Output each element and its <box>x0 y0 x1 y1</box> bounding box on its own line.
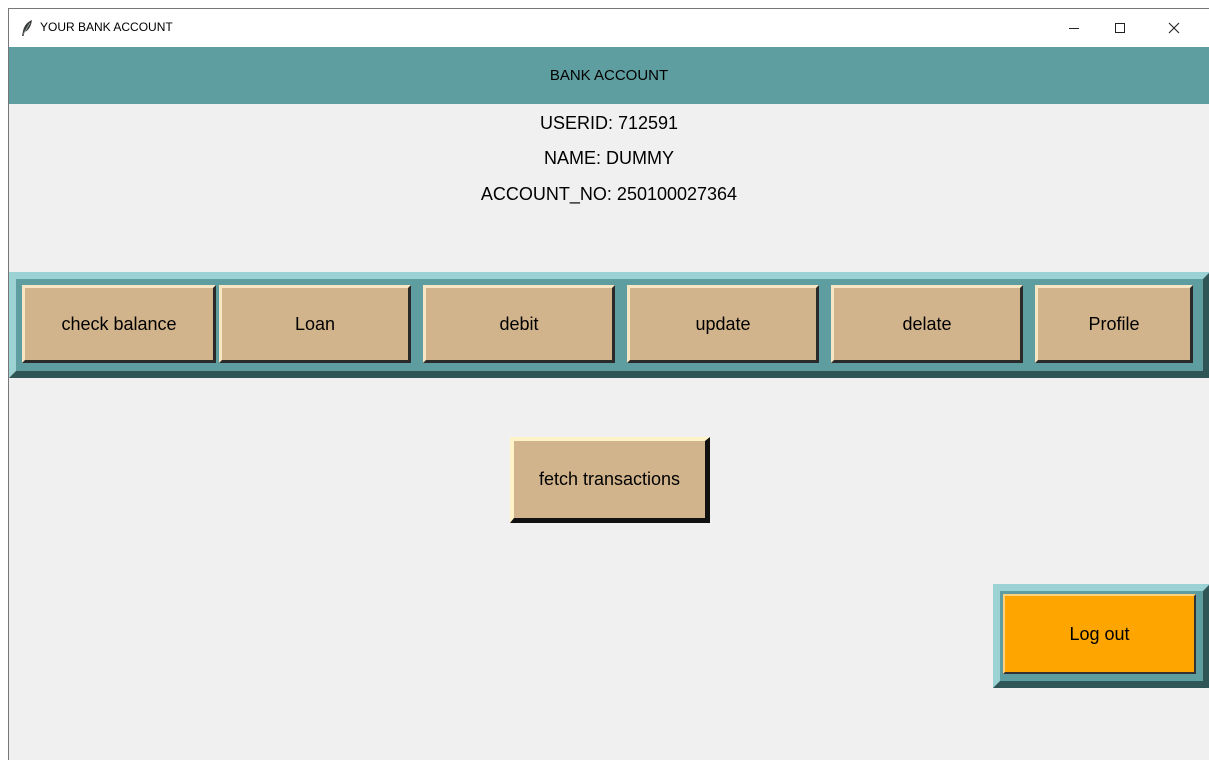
app-window: YOUR BANK ACCOUNT BANK ACCOUNT USERID: 7… <box>8 8 1209 760</box>
delete-button[interactable]: delate <box>831 285 1023 363</box>
maximize-icon <box>1114 22 1126 34</box>
page-header: BANK ACCOUNT <box>9 47 1209 104</box>
profile-button[interactable]: Profile <box>1035 285 1193 363</box>
userid-label: USERID: 712591 <box>539 113 679 133</box>
check-balance-button[interactable]: check balance <box>22 285 216 363</box>
close-button[interactable] <box>1151 9 1197 47</box>
logout-button[interactable]: Log out <box>1003 594 1196 674</box>
loan-button[interactable]: Loan <box>219 285 411 363</box>
minimize-icon <box>1068 22 1080 34</box>
title-bar[interactable]: YOUR BANK ACCOUNT <box>9 9 1209 47</box>
update-button[interactable]: update <box>627 285 819 363</box>
account-number-label: ACCOUNT_NO: 250100027364 <box>480 184 738 204</box>
name-label: NAME: DUMMY <box>544 148 674 168</box>
logout-frame: Log out <box>993 584 1209 688</box>
fetch-transactions-button[interactable]: fetch transactions <box>510 437 710 523</box>
minimize-button[interactable] <box>1051 9 1097 47</box>
feather-icon <box>21 20 33 36</box>
close-icon <box>1168 22 1180 34</box>
window-title: YOUR BANK ACCOUNT <box>40 20 173 34</box>
maximize-button[interactable] <box>1097 9 1143 47</box>
debit-button[interactable]: debit <box>423 285 615 363</box>
action-toolbar: check balance Loan debit update delate P… <box>9 272 1209 378</box>
